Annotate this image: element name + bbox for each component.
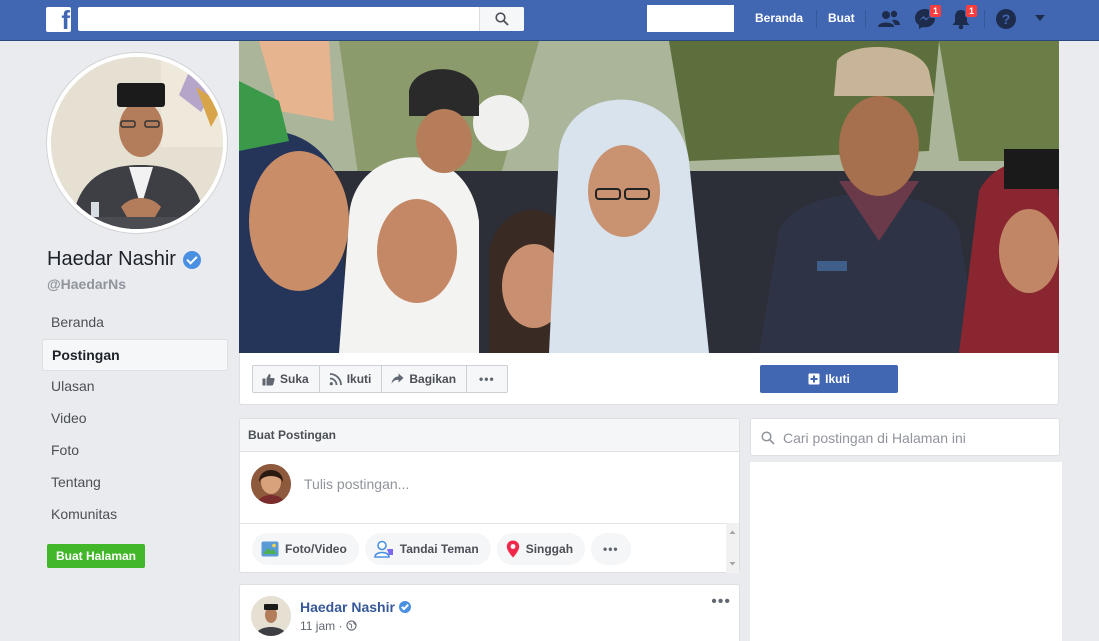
photo-video-label: Foto/Video bbox=[285, 541, 347, 556]
nav-separator bbox=[865, 10, 866, 28]
search-button[interactable] bbox=[479, 7, 524, 31]
follow-page-button[interactable]: Ikuti bbox=[760, 365, 898, 393]
messenger-badge: 1 bbox=[928, 4, 942, 18]
search-icon bbox=[495, 12, 509, 26]
profile-link-area[interactable] bbox=[647, 5, 734, 32]
user-avatar bbox=[251, 464, 291, 504]
post-author-avatar[interactable] bbox=[251, 596, 291, 636]
post-author-name[interactable]: Haedar Nashir bbox=[300, 599, 411, 615]
caret-down-icon bbox=[1035, 15, 1045, 21]
create-post-header[interactable]: Buat Postingan bbox=[240, 419, 739, 452]
page-profile-picture[interactable] bbox=[47, 53, 227, 233]
top-navigation-bar: f Beranda Buat 1 1 ? bbox=[0, 0, 1099, 41]
sidebar-item-posts[interactable]: Postingan bbox=[42, 339, 228, 371]
post-composer-input[interactable]: Tulis postingan... bbox=[304, 476, 409, 492]
sidebar-item-videos[interactable]: Video bbox=[42, 403, 228, 435]
dot-separator: · bbox=[338, 619, 346, 633]
share-arrow-icon bbox=[391, 373, 404, 384]
composer-tools-row: Foto/Video Tandai Teman Singgah ••• bbox=[240, 523, 728, 573]
thumbs-up-icon bbox=[262, 373, 275, 385]
scroll-up-arrow-icon bbox=[729, 530, 736, 534]
friend-requests-button[interactable] bbox=[877, 8, 901, 30]
rss-icon bbox=[329, 372, 342, 385]
page-post-search bbox=[750, 418, 1060, 456]
create-post-card: Buat Postingan Tulis postingan... Foto/V… bbox=[239, 418, 740, 573]
help-icon: ? bbox=[996, 9, 1016, 29]
check-in-button[interactable]: Singgah bbox=[496, 532, 586, 565]
share-button[interactable]: Bagikan bbox=[381, 365, 468, 393]
profile-photo bbox=[51, 57, 223, 229]
tag-friend-icon bbox=[373, 540, 393, 558]
nav-home-link[interactable]: Beranda bbox=[755, 11, 803, 25]
photo-video-button[interactable]: Foto/Video bbox=[252, 532, 359, 565]
page-username[interactable]: @HaedarNs bbox=[47, 276, 126, 292]
right-sidebar-panel bbox=[750, 462, 1062, 641]
post-author-text: Haedar Nashir bbox=[300, 599, 395, 615]
sidebar-item-community[interactable]: Komunitas bbox=[42, 499, 228, 531]
page-name-text[interactable]: Haedar Nashir bbox=[47, 248, 176, 271]
friends-icon bbox=[878, 10, 900, 27]
sidebar-item-home[interactable]: Beranda bbox=[42, 307, 228, 339]
sidebar-item-reviews[interactable]: Ulasan bbox=[42, 371, 228, 403]
location-pin-icon bbox=[506, 540, 519, 557]
post-options-button[interactable]: ••• bbox=[711, 593, 731, 611]
messenger-button[interactable]: 1 bbox=[914, 4, 942, 30]
page-title: Haedar Nashir bbox=[47, 248, 201, 271]
sidebar-item-photos[interactable]: Foto bbox=[42, 435, 228, 467]
post-time-text: 11 jam bbox=[300, 619, 336, 633]
create-page-button[interactable]: Buat Halaman bbox=[47, 544, 145, 568]
more-actions-button[interactable]: ••• bbox=[466, 365, 508, 393]
share-button-label: Bagikan bbox=[409, 372, 457, 386]
follow-feed-label: Ikuti bbox=[346, 372, 372, 386]
follow-page-label: Ikuti bbox=[825, 372, 850, 386]
feed-post: Haedar Nashir 11 jam · ••• bbox=[239, 584, 740, 641]
globe-icon bbox=[346, 620, 357, 631]
photo-icon bbox=[261, 541, 279, 556]
page-actions-group: Suka Ikuti Bagikan ••• bbox=[252, 365, 508, 393]
page-post-search-input[interactable] bbox=[783, 428, 1043, 448]
like-page-button[interactable]: Suka bbox=[252, 365, 320, 393]
notifications-badge: 1 bbox=[964, 4, 978, 18]
help-button[interactable]: ? bbox=[995, 8, 1019, 30]
svg-text:?: ? bbox=[1002, 11, 1011, 27]
verified-badge-icon bbox=[398, 601, 411, 613]
search-icon bbox=[761, 431, 775, 445]
nav-create-link[interactable]: Buat bbox=[828, 11, 855, 25]
nav-separator bbox=[816, 10, 817, 28]
notifications-button[interactable]: 1 bbox=[950, 4, 978, 30]
follow-feed-button[interactable]: Ikuti bbox=[318, 365, 383, 393]
cover-photo[interactable] bbox=[239, 41, 1059, 353]
account-menu-button[interactable] bbox=[1033, 12, 1057, 34]
check-in-label: Singgah bbox=[525, 541, 574, 556]
composer-tools-scrollbar[interactable] bbox=[726, 523, 739, 573]
tag-friends-label: Tandai Teman bbox=[399, 541, 479, 556]
scroll-down-arrow-icon bbox=[729, 562, 736, 566]
follow-plus-icon bbox=[808, 373, 820, 385]
nav-separator bbox=[984, 10, 985, 28]
post-timestamp[interactable]: 11 jam · bbox=[300, 619, 357, 633]
page-action-bar: Suka Ikuti Bagikan ••• Ikuti bbox=[239, 353, 1059, 405]
more-composer-options-button[interactable]: ••• bbox=[591, 532, 631, 565]
global-search-box[interactable] bbox=[78, 7, 524, 31]
verified-badge-icon bbox=[182, 250, 201, 269]
page-sidebar-nav: Beranda Postingan Ulasan Video Foto Tent… bbox=[42, 307, 228, 531]
like-button-label: Suka bbox=[280, 372, 309, 386]
tag-friends-button[interactable]: Tandai Teman bbox=[364, 532, 491, 565]
facebook-logo[interactable]: f bbox=[46, 7, 71, 32]
sidebar-item-about[interactable]: Tentang bbox=[42, 467, 228, 499]
